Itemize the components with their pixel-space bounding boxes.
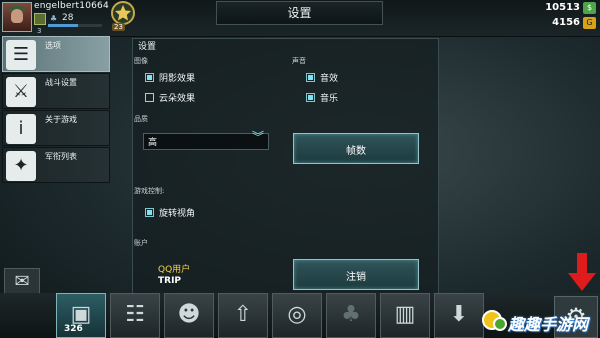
- sfx-checkbox[interactable]: [306, 73, 315, 82]
- shadow-label: 阴影效果: [159, 74, 196, 84]
- panel-title: 设置: [138, 42, 157, 52]
- sidebar-item-label: 关于游戏: [45, 115, 77, 124]
- music-checkbox[interactable]: [306, 93, 315, 102]
- sidebar-item-label: 选项: [45, 41, 61, 50]
- pointer-arrow-icon: [568, 253, 596, 291]
- crate-counter: 326: [64, 324, 83, 334]
- sliders-icon: ☰: [6, 40, 36, 70]
- sidebar-item-ranks[interactable]: ✦ 军衔列表: [2, 147, 110, 183]
- gold-icon[interactable]: G: [583, 17, 596, 29]
- rotate-view-checkbox[interactable]: [145, 208, 154, 217]
- gold-amount: 4156: [552, 17, 580, 28]
- controls-heading: 游戏控制:: [134, 187, 165, 195]
- player-level: 28: [62, 13, 74, 23]
- sidebar-item-label: 军衔列表: [45, 152, 77, 161]
- rank-chevrons-icon: ✦: [6, 151, 36, 181]
- account-name: TRIP: [158, 276, 182, 286]
- player-avatar[interactable]: [2, 2, 32, 32]
- shop-cart-icon[interactable]: ⬇: [434, 293, 484, 338]
- medal-count: 23: [112, 23, 125, 31]
- cash-amount: 10513: [545, 2, 580, 13]
- xp-progress-bar: [48, 24, 102, 27]
- upgrade-arrow-icon[interactable]: ⇧: [218, 293, 268, 338]
- clouds-checkbox[interactable]: [145, 93, 154, 102]
- rank-insignia-icon: [34, 13, 46, 25]
- rotate-view-label: 旋转视角: [159, 209, 196, 219]
- info-icon: i: [6, 114, 36, 144]
- sidebar-item-label: 战斗设置: [45, 78, 77, 87]
- cash-icon[interactable]: $: [583, 2, 596, 14]
- logout-button-label: 注销: [346, 272, 366, 283]
- sfx-label: 音效: [320, 74, 339, 84]
- radar-tank-icon[interactable]: ◎: [272, 293, 322, 338]
- chevron-down-icon[interactable]: ︾: [252, 131, 264, 143]
- buildings-icon[interactable]: ▥: [380, 293, 430, 338]
- account-heading: 账户: [134, 239, 148, 247]
- music-label: 音乐: [320, 94, 339, 104]
- checklist-icon[interactable]: ☷: [110, 293, 160, 338]
- quality-select[interactable]: [143, 133, 269, 150]
- clouds-label: 云朵效果: [159, 94, 196, 104]
- sidebar-item-battle-settings[interactable]: ⚔ 战斗设置: [2, 73, 110, 109]
- player-username: engelbert10664: [34, 1, 109, 11]
- sidebar-item-about[interactable]: i 关于游戏: [2, 110, 110, 146]
- sound-heading: 声音: [292, 57, 306, 65]
- watermark-text: 趣趣手游网: [508, 315, 589, 334]
- crossed-swords-icon: ⚔: [6, 77, 36, 107]
- graphics-heading: 图像: [134, 57, 148, 65]
- quality-select-value: 高: [148, 138, 158, 148]
- settings-sidebar: ☰ 选项 ⚔ 战斗设置 i 关于游戏 ✦ 军衔列表: [0, 36, 112, 184]
- account-provider: QQ用户: [158, 265, 191, 275]
- page-title: 设置: [287, 6, 312, 20]
- quality-heading: 品质: [134, 115, 148, 123]
- fps-button-label: 帧数: [346, 146, 366, 157]
- mail-icon[interactable]: ✉: [4, 268, 40, 296]
- level-icon: ♣: [50, 14, 58, 23]
- player-sublevel: 3: [37, 27, 42, 35]
- soldier-icon[interactable]: ☻: [164, 293, 214, 338]
- sidebar-item-options[interactable]: ☰ 选项: [2, 36, 110, 72]
- team-icon[interactable]: ♣: [326, 293, 376, 338]
- shadow-checkbox[interactable]: [145, 73, 154, 82]
